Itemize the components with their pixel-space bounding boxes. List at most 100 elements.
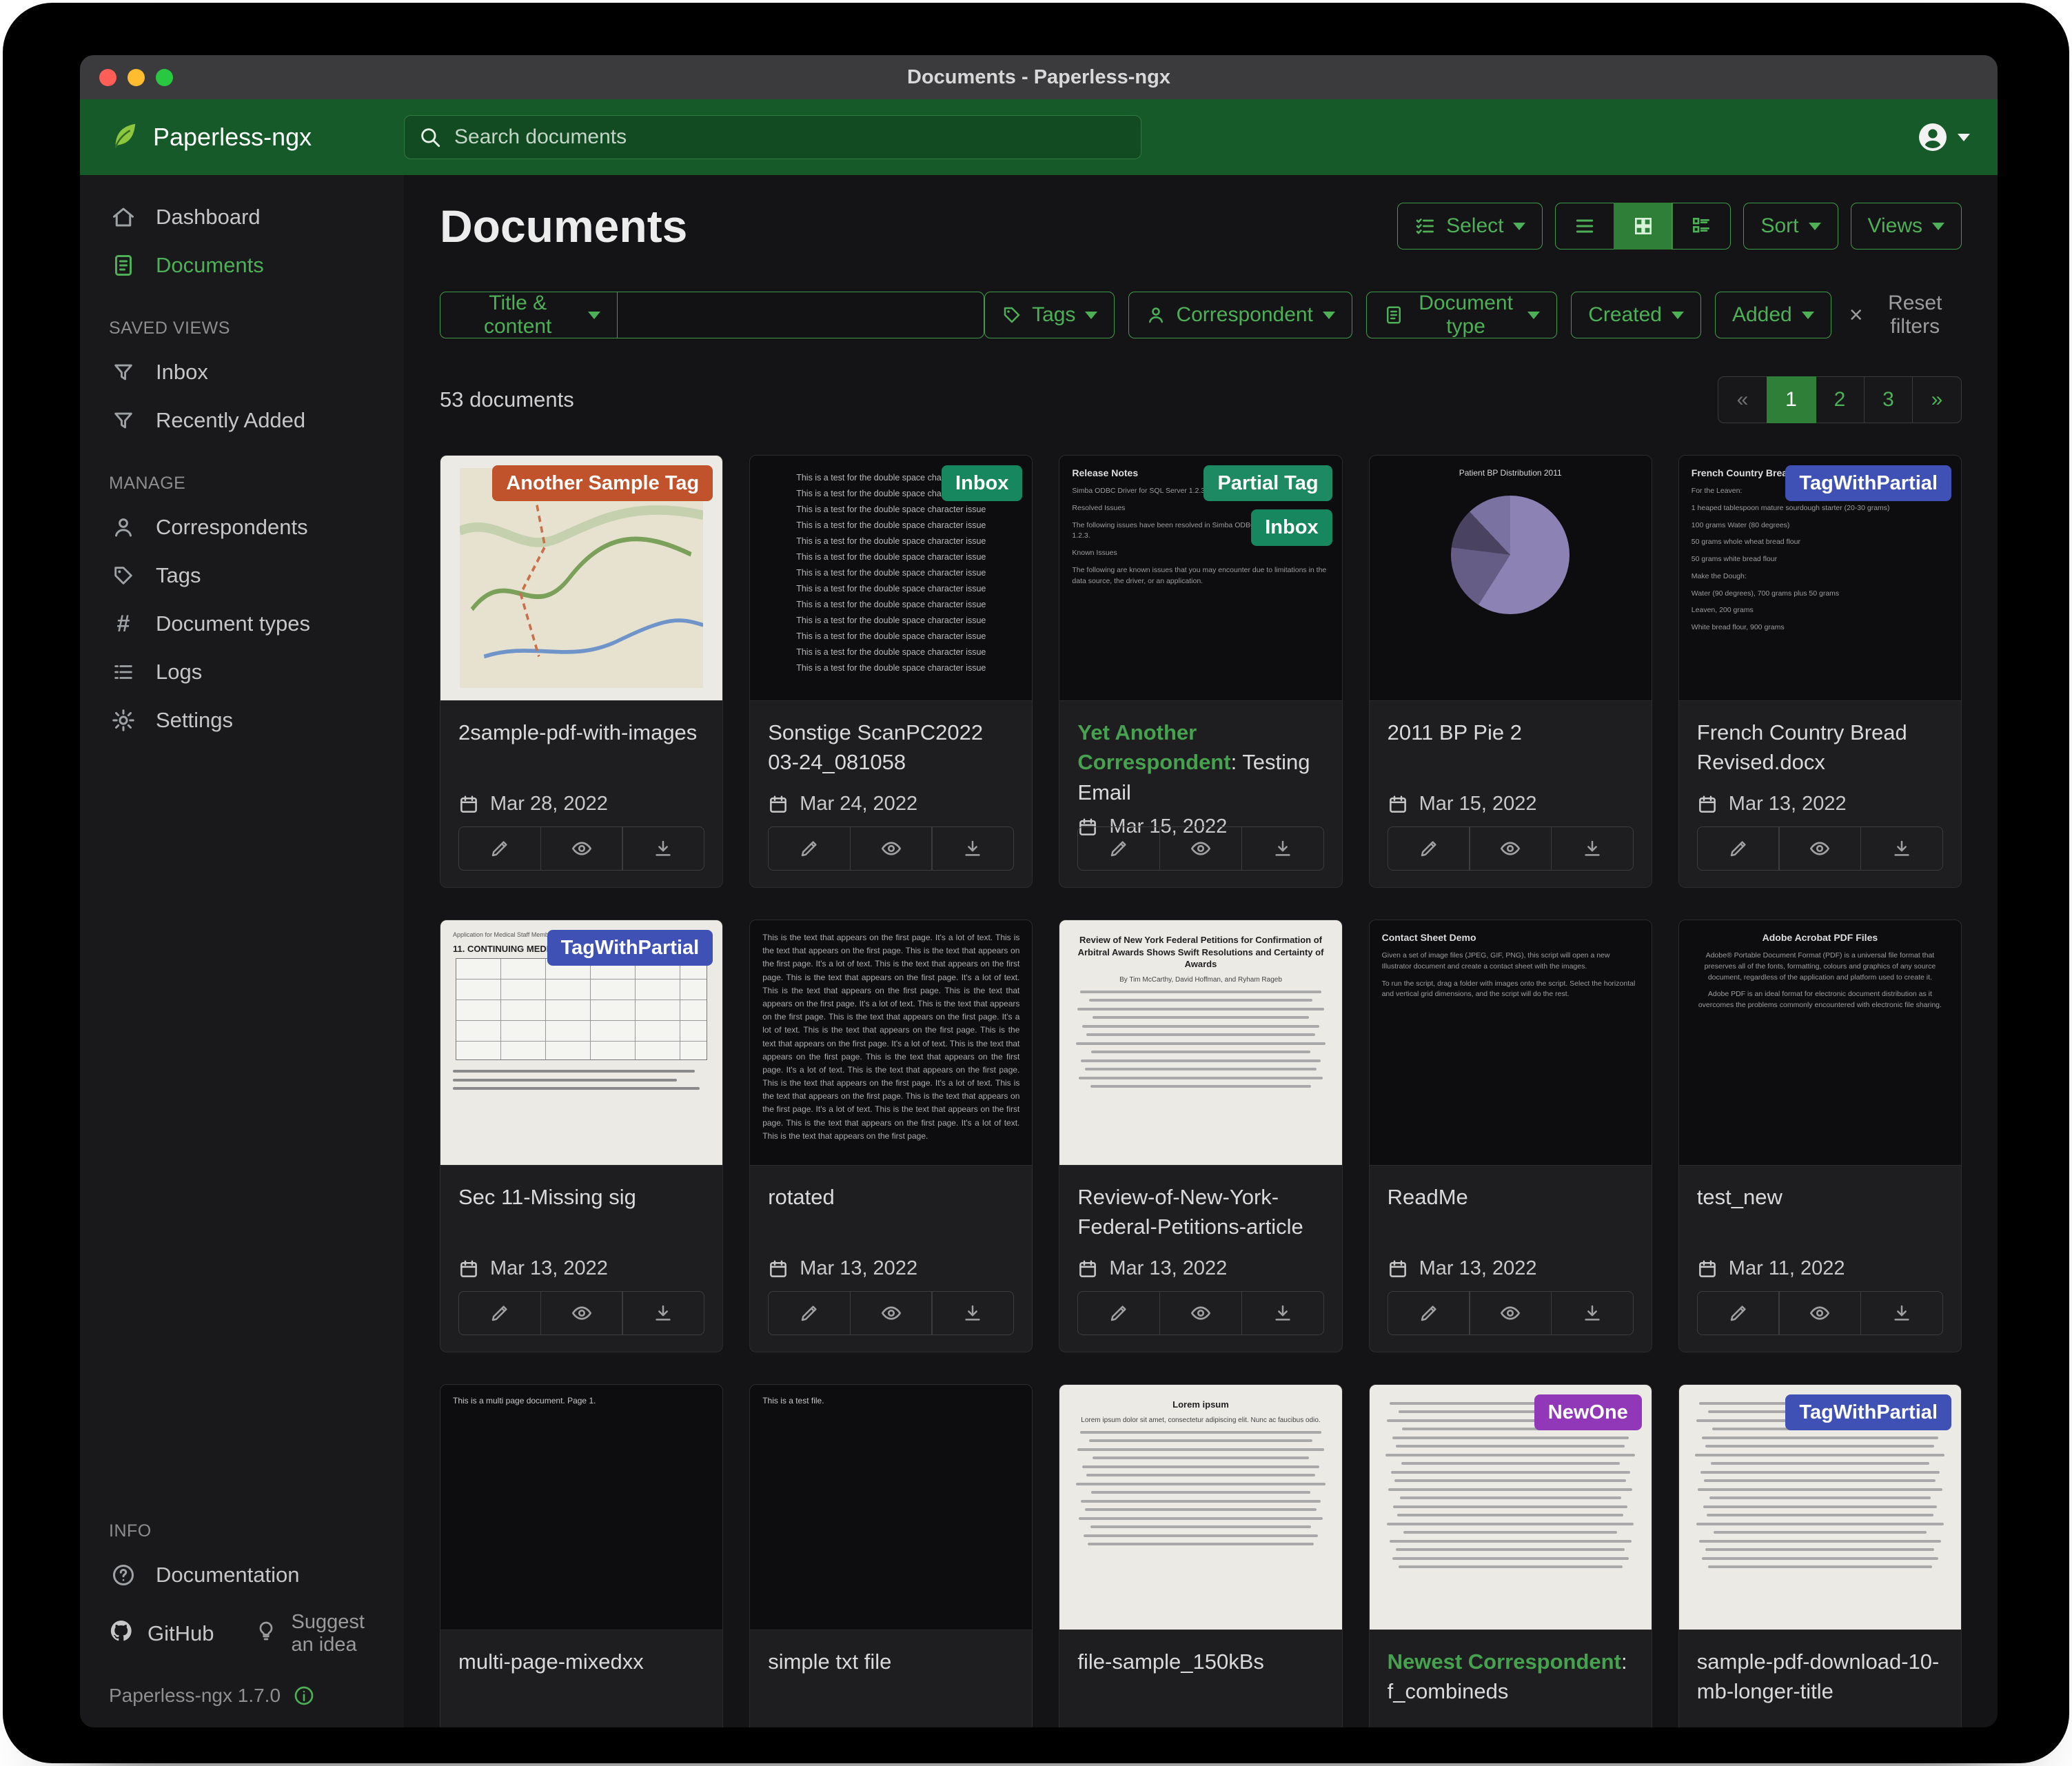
document-title[interactable]: sample-pdf-download-10-mb-longer-title (1697, 1647, 1943, 1707)
sidebar-item-github[interactable]: GitHub (109, 1618, 214, 1649)
search-input[interactable] (453, 125, 1127, 150)
tag-pill[interactable]: TagWithPartial (1785, 1394, 1951, 1430)
view-button[interactable] (850, 826, 933, 871)
info-icon[interactable] (293, 1685, 315, 1707)
document-thumbnail[interactable]: NewOne (1370, 1385, 1652, 1630)
download-button[interactable] (1551, 1291, 1634, 1335)
pagination-next-button[interactable]: » (1912, 376, 1962, 423)
document-title[interactable]: ReadMe (1388, 1182, 1634, 1212)
document-card[interactable]: Another Sample Tag 2sample-pdf-with-imag… (440, 455, 723, 888)
document-thumbnail[interactable]: This is the text that appears on the fir… (750, 920, 1032, 1166)
views-button[interactable]: Views (1851, 203, 1962, 250)
document-card[interactable]: This is a test for the double space char… (749, 455, 1033, 888)
document-title[interactable]: Sec 11-Missing sig (458, 1182, 704, 1212)
sidebar-item-suggest-idea[interactable]: Suggest an idea (255, 1611, 375, 1656)
edit-button[interactable] (1077, 1291, 1160, 1335)
view-button[interactable] (1778, 1291, 1861, 1335)
document-card[interactable]: Release NotesSimba ODBC Driver for SQL S… (1059, 455, 1342, 888)
title-content-dropdown[interactable]: Title & content (440, 292, 618, 338)
document-thumbnail[interactable]: TagWithPartial (1679, 1385, 1961, 1630)
pagination-page-2[interactable]: 2 (1815, 376, 1865, 423)
sidebar-item-document-types[interactable]: # Document types (80, 600, 404, 648)
edit-button[interactable] (768, 826, 851, 871)
document-thumbnail[interactable]: Another Sample Tag (440, 456, 722, 701)
sidebar-item-logs[interactable]: Logs (80, 648, 404, 696)
download-button[interactable] (1860, 826, 1943, 871)
document-card[interactable]: This is a test file. simple txt file (749, 1384, 1033, 1727)
filter-query-input[interactable] (618, 292, 984, 338)
document-thumbnail[interactable]: Adobe Acrobat PDF FilesAdobe® Portable D… (1679, 920, 1961, 1166)
sidebar-item-recently-added[interactable]: Recently Added (80, 396, 404, 445)
edit-button[interactable] (1388, 826, 1470, 871)
detail-view-button[interactable] (1672, 203, 1731, 250)
tag-pill[interactable]: TagWithPartial (547, 930, 713, 966)
view-button[interactable] (1778, 826, 1861, 871)
view-button[interactable] (1469, 826, 1552, 871)
document-card[interactable]: NewOne Newest Correspondent: f_combineds (1369, 1384, 1652, 1727)
document-title[interactable]: test_new (1697, 1182, 1943, 1212)
document-thumbnail[interactable]: This is a multi page document. Page 1. (440, 1385, 722, 1630)
download-button[interactable] (931, 1291, 1014, 1335)
document-thumbnail[interactable]: Contact Sheet DemoGiven a set of image f… (1370, 920, 1652, 1166)
document-thumbnail[interactable]: Application for Medical Staff Membership… (440, 920, 722, 1166)
document-thumbnail[interactable]: Patient BP Distribution 2011 (1370, 456, 1652, 701)
sidebar-item-inbox[interactable]: Inbox (80, 348, 404, 396)
sort-button[interactable]: Sort (1743, 203, 1838, 250)
document-thumbnail[interactable]: Review of New York Federal Petitions for… (1059, 920, 1341, 1166)
tag-pill[interactable]: Partial Tag (1203, 465, 1332, 501)
brand[interactable]: Paperless-ngx (108, 120, 404, 155)
document-card[interactable]: Patient BP Distribution 2011 2011 BP Pie… (1369, 455, 1652, 888)
sidebar-item-documentation[interactable]: Documentation (80, 1551, 404, 1599)
document-title[interactable]: 2011 BP Pie 2 (1388, 718, 1634, 747)
edit-button[interactable] (458, 1291, 541, 1335)
download-button[interactable] (622, 826, 704, 871)
document-type-filter-button[interactable]: Document type (1366, 292, 1557, 338)
edit-button[interactable] (1697, 826, 1780, 871)
tag-pill[interactable]: TagWithPartial (1785, 465, 1951, 501)
pagination-page-3[interactable]: 3 (1864, 376, 1913, 423)
user-menu-button[interactable] (1916, 121, 1970, 154)
created-filter-button[interactable]: Created (1571, 292, 1701, 338)
document-title[interactable]: rotated (768, 1182, 1014, 1212)
tag-pill[interactable]: Inbox (942, 465, 1022, 501)
close-window-button[interactable] (99, 69, 116, 86)
tag-pill[interactable]: Inbox (1251, 509, 1332, 545)
document-card[interactable]: Review of New York Federal Petitions for… (1059, 920, 1342, 1352)
document-title[interactable]: 2sample-pdf-with-images (458, 718, 704, 747)
tags-filter-button[interactable]: Tags (984, 292, 1115, 338)
document-title[interactable]: Newest Correspondent: f_combineds (1388, 1647, 1634, 1707)
document-thumbnail[interactable]: French Country BreadFor the Leaven:1 hea… (1679, 456, 1961, 701)
document-title[interactable]: Yet Another Correspondent: Testing Email (1077, 718, 1323, 807)
view-button[interactable] (1159, 1291, 1242, 1335)
list-view-button[interactable] (1555, 203, 1614, 250)
tag-pill[interactable]: Another Sample Tag (492, 465, 713, 501)
view-button[interactable] (540, 1291, 623, 1335)
correspondent-link[interactable]: Newest Correspondent (1388, 1650, 1621, 1674)
download-button[interactable] (1241, 1291, 1324, 1335)
pagination-page-1[interactable]: 1 (1767, 376, 1816, 423)
document-card[interactable]: French Country BreadFor the Leaven:1 hea… (1678, 455, 1962, 888)
tag-pill[interactable]: NewOne (1534, 1394, 1642, 1430)
sidebar-item-tags[interactable]: Tags (80, 551, 404, 600)
sidebar-item-documents[interactable]: Documents (80, 241, 404, 290)
view-button[interactable] (1469, 1291, 1552, 1335)
zoom-window-button[interactable] (156, 69, 173, 86)
document-card[interactable]: Contact Sheet DemoGiven a set of image f… (1369, 920, 1652, 1352)
download-button[interactable] (1551, 826, 1634, 871)
sidebar-item-settings[interactable]: Settings (80, 696, 404, 744)
document-title[interactable]: simple txt file (768, 1647, 1014, 1676)
correspondent-filter-button[interactable]: Correspondent (1128, 292, 1352, 338)
reset-filters-button[interactable]: × Reset filters (1845, 291, 1962, 339)
document-thumbnail[interactable]: Release NotesSimba ODBC Driver for SQL S… (1059, 456, 1341, 701)
sidebar-item-dashboard[interactable]: Dashboard (80, 193, 404, 241)
document-card[interactable]: Application for Medical Staff Membership… (440, 920, 723, 1352)
document-card[interactable]: This is a multi page document. Page 1. m… (440, 1384, 723, 1727)
download-button[interactable] (622, 1291, 704, 1335)
added-filter-button[interactable]: Added (1715, 292, 1831, 338)
view-button[interactable] (850, 1291, 933, 1335)
document-title[interactable]: multi-page-mixedxx (458, 1647, 704, 1676)
minimize-window-button[interactable] (128, 69, 145, 86)
document-card[interactable]: This is the text that appears on the fir… (749, 920, 1033, 1352)
view-button[interactable] (540, 826, 623, 871)
edit-button[interactable] (768, 1291, 851, 1335)
